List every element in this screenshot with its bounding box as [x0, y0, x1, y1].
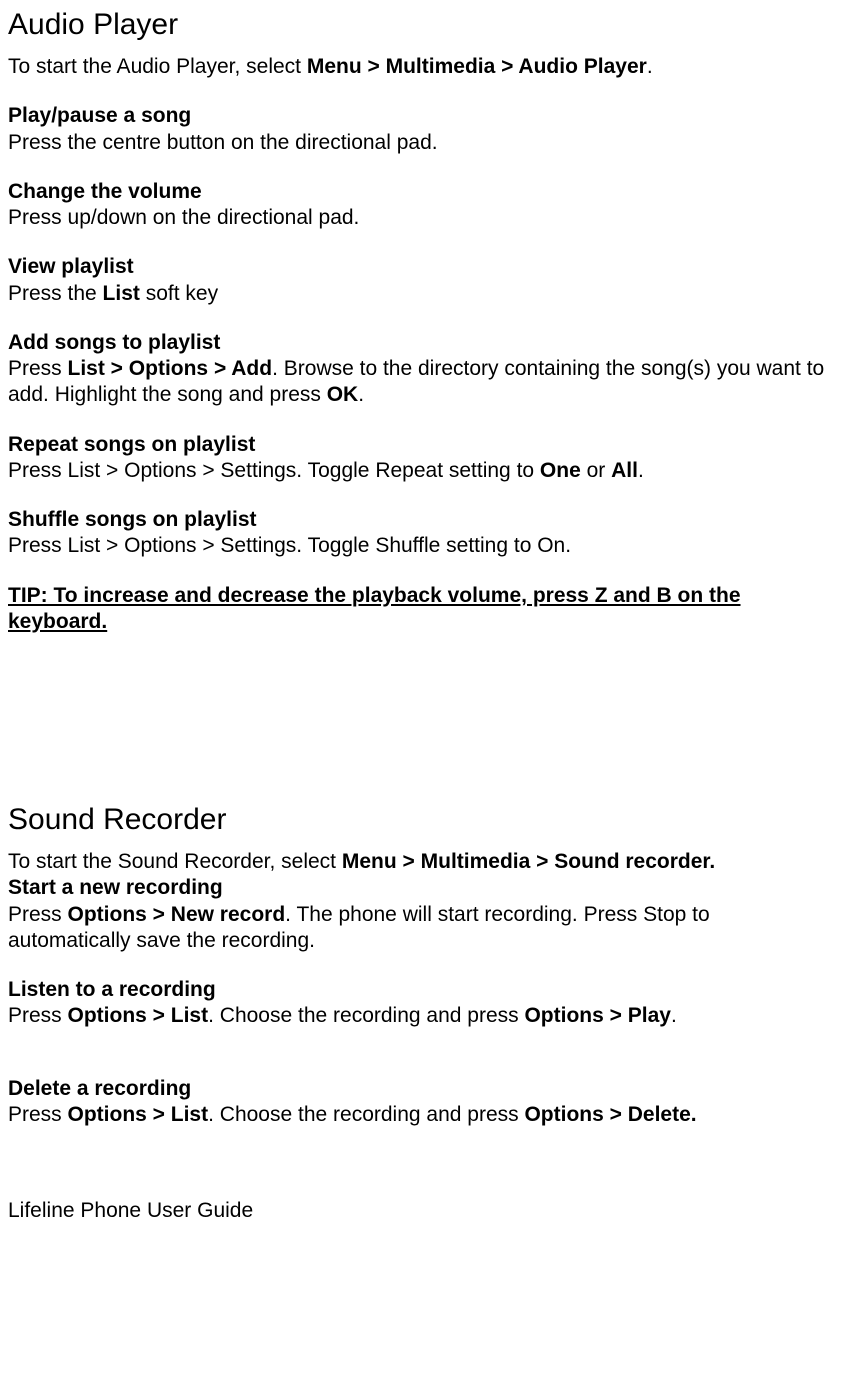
menu-path: Options > Delete.: [524, 1103, 696, 1126]
label-start-recording: Start a new recording: [8, 875, 837, 901]
text-play-pause: Press the centre button on the direction…: [8, 130, 837, 156]
text-repeat-songs: Press List > Options > Settings. Toggle …: [8, 458, 837, 484]
label-delete-recording: Delete a recording: [8, 1076, 837, 1102]
text: .: [671, 1004, 677, 1027]
tip-volume-keys: TIP: To increase and decrease the playba…: [8, 583, 837, 636]
label-repeat-songs: Repeat songs on playlist: [8, 432, 837, 458]
text-start-recording: Press Options > New record. The phone wi…: [8, 902, 837, 955]
text-add-songs: Press List > Options > Add. Browse to th…: [8, 356, 837, 409]
text: or: [581, 459, 611, 482]
menu-path: Options > New record: [68, 903, 286, 926]
text: Press: [8, 903, 68, 926]
menu-path: Menu > Multimedia > Sound recorder.: [342, 850, 715, 873]
menu-path: Menu > Multimedia > Audio Player: [307, 55, 647, 78]
intro-sound-recorder: To start the Sound Recorder, select Menu…: [8, 849, 837, 875]
text: Press List > Options > Settings. Toggle …: [8, 459, 540, 482]
softkey-list: List: [103, 282, 140, 305]
text: soft key: [140, 282, 218, 305]
intro-audio-player: To start the Audio Player, select Menu >…: [8, 54, 837, 80]
text: Press: [8, 1103, 68, 1126]
text: .: [638, 459, 644, 482]
footer-text: Lifeline Phone User Guide: [8, 1198, 837, 1224]
text: To start the Audio Player, select: [8, 55, 307, 78]
label-add-songs: Add songs to playlist: [8, 330, 837, 356]
text: To start the Sound Recorder, select: [8, 850, 342, 873]
text-view-playlist: Press the List soft key: [8, 281, 837, 307]
text-shuffle-songs: Press List > Options > Settings. Toggle …: [8, 533, 837, 559]
label-listen-recording: Listen to a recording: [8, 977, 837, 1003]
menu-path: Options > List: [68, 1004, 209, 1027]
text: .: [647, 55, 653, 78]
text: Press: [8, 357, 68, 380]
text-change-volume: Press up/down on the directional pad.: [8, 205, 837, 231]
label-view-playlist: View playlist: [8, 254, 837, 280]
menu-path: Options > Play: [524, 1004, 670, 1027]
key-ok: OK: [327, 383, 359, 406]
text: . Choose the recording and press: [208, 1004, 524, 1027]
heading-sound-recorder: Sound Recorder: [8, 803, 837, 837]
heading-audio-player: Audio Player: [8, 8, 837, 42]
document-page: Audio Player To start the Audio Player, …: [0, 8, 845, 1224]
option-one: One: [540, 459, 581, 482]
option-all: All: [611, 459, 638, 482]
menu-path: List > Options > Add: [68, 357, 273, 380]
text: .: [358, 383, 364, 406]
text: Press: [8, 1004, 68, 1027]
label-play-pause: Play/pause a song: [8, 103, 837, 129]
label-change-volume: Change the volume: [8, 179, 837, 205]
text-delete-recording: Press Options > List. Choose the recordi…: [8, 1102, 837, 1128]
text-listen-recording: Press Options > List. Choose the recordi…: [8, 1003, 837, 1029]
label-shuffle-songs: Shuffle songs on playlist: [8, 507, 837, 533]
menu-path: Options > List: [68, 1103, 209, 1126]
text: Press the: [8, 282, 103, 305]
text: . Choose the recording and press: [208, 1103, 524, 1126]
